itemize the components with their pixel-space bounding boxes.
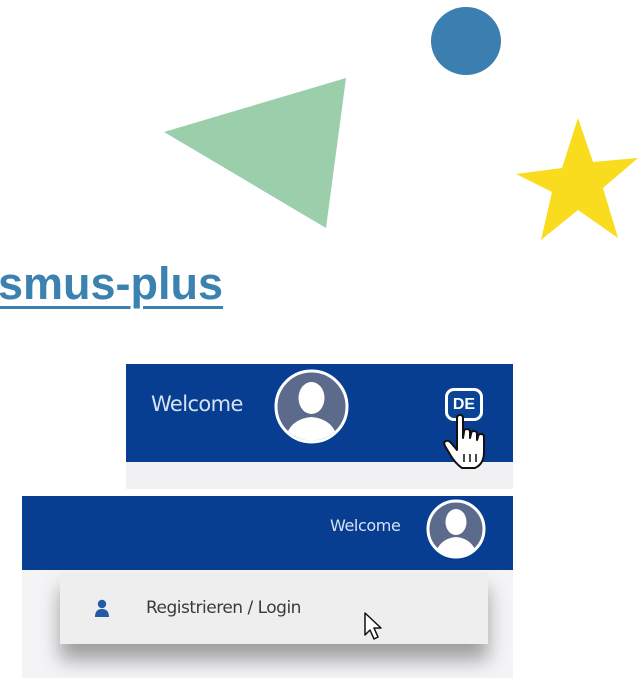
person-icon (95, 599, 109, 617)
welcome-text: Welcome (151, 392, 243, 416)
blue-circle-shape (431, 7, 501, 75)
yellow-star-shape (516, 118, 638, 240)
user-avatar-icon[interactable] (426, 499, 486, 559)
header-panel-1: Welcome DE (126, 364, 513, 489)
green-triangle-shape (164, 78, 346, 228)
welcome-text: Welcome (330, 516, 401, 535)
headline-link[interactable]: smus-plus (0, 258, 223, 310)
arrow-cursor-icon (364, 612, 382, 640)
header-panel-2: Welcome Registrieren / Login (22, 496, 513, 678)
register-login-label: Registrieren / Login (146, 598, 301, 618)
user-dropdown-menu: Registrieren / Login (60, 572, 488, 644)
user-avatar-icon[interactable] (274, 369, 349, 444)
register-login-menu-item[interactable]: Registrieren / Login (60, 572, 488, 644)
hand-pointer-icon (443, 414, 485, 469)
